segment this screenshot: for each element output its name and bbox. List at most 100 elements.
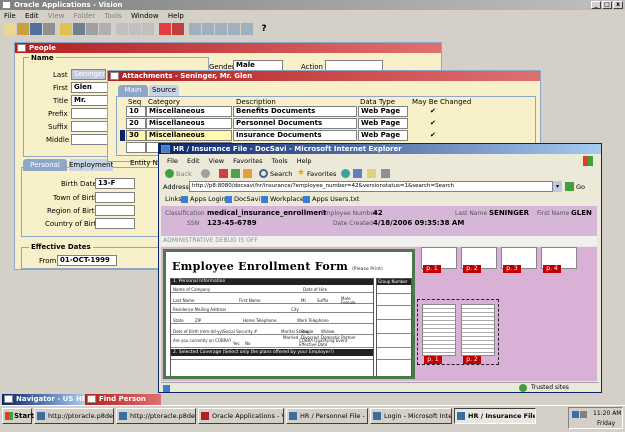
may-be-changed-checkbox[interactable]: ✔ — [430, 131, 436, 139]
taskbar-button[interactable]: http://ptoracle.p8demo.... — [116, 408, 196, 424]
description-cell[interactable]: Insurance Documents — [233, 130, 357, 141]
print-icon[interactable] — [43, 23, 55, 35]
stop-icon[interactable] — [219, 169, 228, 178]
zoom-icon[interactable] — [73, 23, 85, 35]
data-type-cell[interactable]: Web Page — [358, 106, 408, 117]
clock-time[interactable]: 11:20 AM — [593, 410, 621, 417]
paste-icon[interactable] — [142, 23, 154, 35]
folder-tools-icon[interactable] — [241, 23, 253, 35]
town-of-birth-field[interactable] — [95, 192, 135, 203]
new-icon[interactable] — [4, 23, 16, 35]
cut-icon[interactable] — [116, 23, 128, 35]
go-arrow-icon[interactable] — [565, 182, 574, 191]
oracle-title-bar[interactable]: Oracle Applications - Vision _ □ x — [0, 0, 625, 10]
country-of-birth-field[interactable] — [95, 218, 135, 229]
link-workplace[interactable]: Workplace — [270, 194, 304, 205]
ie-menu-favorites[interactable]: Favorites — [233, 157, 262, 165]
translate-icon[interactable] — [86, 23, 98, 35]
menu-help[interactable]: Help — [168, 12, 184, 20]
find-person-minimized[interactable]: Find Person — [85, 394, 161, 405]
tab-personal[interactable]: Personal — [23, 159, 67, 171]
help-icon[interactable]: ? — [258, 23, 270, 35]
translations-icon[interactable] — [215, 23, 227, 35]
link-docsavi[interactable]: DocSavi — [234, 194, 260, 205]
last-name-field[interactable]: Seninger — [71, 69, 106, 80]
people-title-bar[interactable]: People — [15, 43, 441, 53]
taskbar-button[interactable]: http://ptoracle.p8demo.... — [34, 408, 114, 424]
favorites-icon[interactable]: ★ — [297, 169, 306, 178]
page-thumbnail[interactable] — [422, 304, 456, 356]
copy-icon[interactable] — [129, 23, 141, 35]
edit-field-icon[interactable] — [189, 23, 201, 35]
seq-cell[interactable]: 10 — [126, 106, 146, 117]
taskbar-button[interactable]: HR / Personnel File - Doc... — [286, 408, 368, 424]
may-be-changed-checkbox[interactable]: ✔ — [430, 119, 436, 127]
go-button-label[interactable]: Go — [576, 183, 585, 191]
description-cell[interactable]: Personnel Documents — [233, 118, 357, 129]
ie-menu-view[interactable]: View — [209, 157, 224, 165]
ie-menu-help[interactable]: Help — [297, 157, 312, 165]
open-icon[interactable] — [17, 23, 29, 35]
from-date-field[interactable]: 01-OCT-1999 — [57, 255, 117, 266]
favorites-button-label[interactable]: Favorites — [307, 168, 336, 180]
back-button-label[interactable]: Back — [176, 168, 192, 180]
zoom-record-icon[interactable] — [202, 23, 214, 35]
seq-cell[interactable]: 30 — [126, 130, 146, 141]
menu-tools[interactable]: Tools — [104, 12, 121, 20]
delete-icon[interactable] — [172, 23, 184, 35]
taskbar-button-active[interactable]: HR / Insurance File - Doc... — [454, 408, 536, 424]
mail-icon[interactable] — [367, 169, 376, 178]
taskbar-button[interactable]: Oracle Applications - Vision — [198, 408, 284, 424]
seq-cell[interactable]: 20 — [126, 118, 146, 129]
media-icon[interactable] — [341, 169, 350, 178]
home-icon[interactable] — [243, 169, 252, 178]
search-button-label[interactable]: Search — [270, 168, 292, 180]
data-type-cell[interactable]: Web Page — [358, 130, 408, 141]
address-input[interactable]: http://p8:8080/docsavi/hr/insurance/?emp… — [189, 181, 553, 192]
ie-menu-file[interactable]: File — [167, 157, 178, 165]
ie-menu-tools[interactable]: Tools — [272, 157, 288, 165]
attachment-icon[interactable] — [99, 23, 111, 35]
attachments-title-bar[interactable]: Attachments - Seninger, Mr. Glen — [108, 71, 540, 81]
ie-title-bar[interactable]: HR / Insurance File - DocSavi - Microsof… — [159, 144, 601, 154]
menu-edit[interactable]: Edit — [25, 12, 39, 20]
ie-menu-edit[interactable]: Edit — [187, 157, 200, 165]
category-cell[interactable]: Miscellaneous — [146, 106, 232, 117]
menu-window[interactable]: Window — [131, 12, 159, 20]
page-thumbnail[interactable] — [461, 304, 495, 356]
start-button[interactable]: Start — [2, 408, 34, 424]
refresh-icon[interactable] — [231, 169, 240, 178]
maximize-icon[interactable]: □ — [602, 1, 612, 9]
taskbar-button[interactable]: Login - Microsoft Interne... — [370, 408, 452, 424]
menu-folder[interactable]: Folder — [74, 12, 96, 20]
birth-date-field[interactable]: 13-F — [95, 178, 135, 189]
clear-icon[interactable] — [159, 23, 171, 35]
empty-cell[interactable] — [126, 142, 146, 153]
menu-file[interactable]: File — [4, 12, 16, 20]
attachments-icon[interactable] — [228, 23, 240, 35]
volume-icon[interactable] — [580, 411, 587, 418]
link-apps-login[interactable]: Apps Login — [190, 194, 226, 205]
link-apps-users[interactable]: Apps Users.txt — [312, 194, 359, 205]
tab-source[interactable]: Source — [149, 85, 179, 96]
save-icon[interactable] — [30, 23, 42, 35]
history-icon[interactable] — [353, 169, 362, 178]
back-icon[interactable] — [165, 169, 174, 178]
region-of-birth-field[interactable] — [95, 205, 135, 216]
print-page-icon[interactable] — [381, 169, 390, 178]
minimize-icon[interactable]: _ — [591, 1, 601, 9]
search-icon[interactable] — [259, 169, 268, 178]
description-cell[interactable]: Benefits Documents — [233, 106, 357, 117]
enrollment-form-page[interactable]: Employee Enrollment Form (Please Print) … — [163, 249, 415, 379]
category-cell[interactable]: Miscellaneous — [146, 118, 232, 129]
forward-icon[interactable] — [201, 169, 210, 178]
address-dropdown-icon[interactable]: ▾ — [553, 181, 562, 192]
close-icon[interactable]: x — [613, 1, 623, 9]
may-be-changed-checkbox[interactable]: ✔ — [430, 107, 436, 115]
tab-main[interactable]: Main — [118, 85, 148, 96]
network-icon[interactable] — [572, 411, 579, 418]
category-cell[interactable]: Miscellaneous — [146, 130, 232, 141]
folder-icon[interactable] — [60, 23, 72, 35]
navigator-minimized[interactable]: Navigator - US HR — [2, 394, 84, 405]
data-type-cell[interactable]: Web Page — [358, 118, 408, 129]
